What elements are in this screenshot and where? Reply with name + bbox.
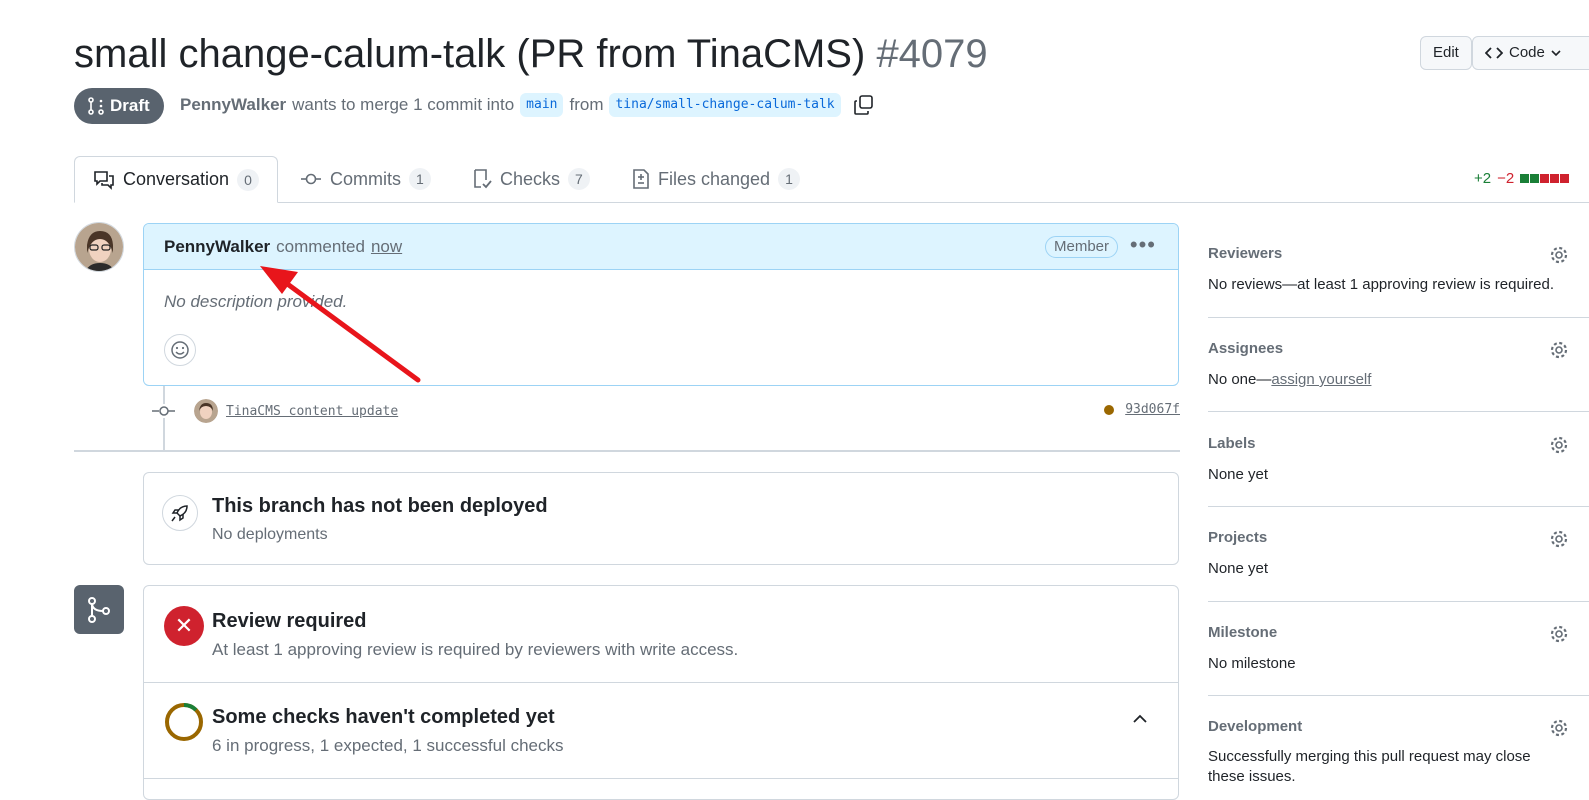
sidebar-milestone: Milestone No milestone bbox=[1208, 624, 1589, 672]
tab-files-changed[interactable]: Files changed 1 bbox=[614, 156, 818, 202]
sidebar-development: Development Successfully merging this pu… bbox=[1208, 718, 1589, 787]
diffstat[interactable]: +2 −2 bbox=[1474, 170, 1570, 187]
merge-box: ✕ Review required At least 1 approving r… bbox=[143, 585, 1179, 800]
pending-checks-ring-icon bbox=[165, 703, 203, 741]
commit-message-link[interactable]: TinaCMS content update bbox=[226, 404, 398, 419]
comment-author[interactable]: PennyWalker bbox=[164, 237, 270, 257]
rocket-icon bbox=[162, 495, 198, 531]
file-diff-icon bbox=[633, 169, 649, 189]
commit-author-avatar[interactable] bbox=[194, 399, 218, 423]
chevron-up-icon[interactable] bbox=[1132, 714, 1148, 724]
sidebar-reviewers-title[interactable]: Reviewers bbox=[1208, 245, 1589, 262]
deployment-subtitle: No deployments bbox=[212, 526, 328, 543]
tab-conversation[interactable]: Conversation 0 bbox=[74, 156, 278, 203]
gear-icon[interactable] bbox=[1549, 529, 1569, 549]
commit-status-pending-icon[interactable] bbox=[1104, 405, 1114, 415]
sidebar-reviewers: Reviewers No reviews—at least 1 approvin… bbox=[1208, 245, 1589, 293]
sidebar-projects-title[interactable]: Projects bbox=[1208, 529, 1589, 546]
sidebar-labels: Labels None yet bbox=[1208, 435, 1589, 483]
deployment-title: This branch has not been deployed bbox=[212, 495, 548, 517]
git-commit-icon bbox=[150, 404, 178, 418]
timeline-commit: TinaCMS content update 93d067f bbox=[150, 398, 1180, 424]
smiley-icon bbox=[171, 341, 189, 359]
comment-timestamp[interactable]: now bbox=[371, 237, 402, 257]
deployment-box: This branch has not been deployed No dep… bbox=[143, 472, 1179, 565]
base-branch[interactable]: main bbox=[520, 93, 564, 117]
sidebar-milestone-value: No milestone bbox=[1208, 655, 1296, 672]
gear-icon[interactable] bbox=[1549, 624, 1569, 644]
merge-box-divider bbox=[144, 778, 1178, 779]
assign-yourself-link[interactable]: assign yourself bbox=[1271, 371, 1371, 388]
tab-count: 1 bbox=[409, 168, 431, 190]
draft-badge: Draft bbox=[74, 88, 164, 124]
tab-commits[interactable]: Commits 1 bbox=[282, 156, 449, 202]
sidebar-projects-value: None yet bbox=[1208, 560, 1269, 577]
checks-title[interactable]: Some checks haven't completed yet bbox=[212, 706, 555, 729]
git-commit-icon bbox=[301, 173, 321, 185]
sidebar-divider bbox=[1208, 506, 1589, 507]
checklist-icon bbox=[474, 169, 492, 189]
gear-icon[interactable] bbox=[1549, 340, 1569, 360]
comment-header: PennyWalker commented now Member ••• bbox=[144, 224, 1178, 270]
avatar[interactable] bbox=[74, 222, 124, 272]
diffstat-bar bbox=[1520, 170, 1570, 187]
sidebar-divider bbox=[1208, 411, 1589, 412]
comment-discussion-icon bbox=[94, 170, 114, 190]
tab-count: 7 bbox=[568, 168, 590, 190]
code-icon bbox=[1485, 47, 1503, 59]
merge-box-divider bbox=[144, 682, 1178, 683]
edit-button[interactable]: Edit bbox=[1420, 36, 1472, 70]
avatar-image bbox=[75, 223, 123, 271]
sidebar-projects: Projects None yet bbox=[1208, 529, 1589, 577]
code-button[interactable]: Code bbox=[1472, 36, 1589, 70]
sidebar-reviewers-value: No reviews—at least 1 approving review i… bbox=[1208, 276, 1554, 293]
sidebar-assignees: Assignees No one—assign yourself bbox=[1208, 340, 1589, 388]
sidebar-labels-value: None yet bbox=[1208, 466, 1269, 483]
sidebar-development-title[interactable]: Development bbox=[1208, 718, 1589, 735]
chevron-down-icon bbox=[1551, 50, 1561, 57]
copy-icon[interactable] bbox=[853, 94, 875, 116]
sidebar-assignees-title[interactable]: Assignees bbox=[1208, 340, 1589, 357]
head-branch[interactable]: tina/small-change-calum-talk bbox=[609, 93, 841, 117]
git-pull-request-draft-icon bbox=[88, 97, 104, 115]
checks-subtitle: 6 in progress, 1 expected, 1 successful … bbox=[212, 736, 564, 755]
comment-body: No description provided. bbox=[164, 292, 348, 311]
author-link[interactable]: PennyWalker bbox=[180, 92, 286, 118]
pr-title-text: small change-calum-talk (PR from TinaCMS… bbox=[74, 32, 866, 76]
commit-sha-link[interactable]: 93d067f bbox=[1125, 402, 1180, 417]
tab-count: 0 bbox=[237, 168, 259, 191]
pr-description-comment: PennyWalker commented now Member ••• No … bbox=[143, 223, 1179, 386]
member-badge: Member bbox=[1044, 236, 1118, 258]
pr-meta: PennyWalker wants to merge 1 commit into… bbox=[180, 92, 875, 118]
review-required-subtitle: At least 1 approving review is required … bbox=[212, 640, 739, 659]
kebab-menu-icon[interactable]: ••• bbox=[1130, 232, 1156, 258]
sidebar-labels-title[interactable]: Labels bbox=[1208, 435, 1589, 452]
review-required-title: Review required bbox=[212, 610, 367, 632]
git-merge-icon bbox=[74, 585, 124, 634]
add-reaction-button[interactable] bbox=[164, 334, 196, 366]
timeline-divider bbox=[74, 450, 1180, 452]
sidebar-milestone-title[interactable]: Milestone bbox=[1208, 624, 1589, 641]
sidebar-assignees-value: No one—assign yourself bbox=[1208, 371, 1372, 388]
sidebar-divider bbox=[1208, 317, 1589, 318]
sidebar-divider bbox=[1208, 601, 1589, 602]
tab-checks[interactable]: Checks 7 bbox=[454, 156, 608, 202]
gear-icon[interactable] bbox=[1549, 435, 1569, 455]
pr-number: #4079 bbox=[876, 32, 988, 76]
tabbar-border bbox=[74, 202, 1589, 203]
tab-count: 1 bbox=[778, 168, 800, 190]
x-circle-icon: ✕ bbox=[164, 606, 204, 646]
diff-additions: +2 bbox=[1474, 170, 1492, 187]
pr-title: small change-calum-talk (PR from TinaCMS… bbox=[74, 30, 988, 78]
sidebar-development-value: Successfully merging this pull request m… bbox=[1208, 748, 1531, 785]
diff-deletions: −2 bbox=[1497, 170, 1515, 187]
gear-icon[interactable] bbox=[1549, 718, 1569, 738]
gear-icon[interactable] bbox=[1549, 245, 1569, 265]
sidebar-divider bbox=[1208, 695, 1589, 696]
